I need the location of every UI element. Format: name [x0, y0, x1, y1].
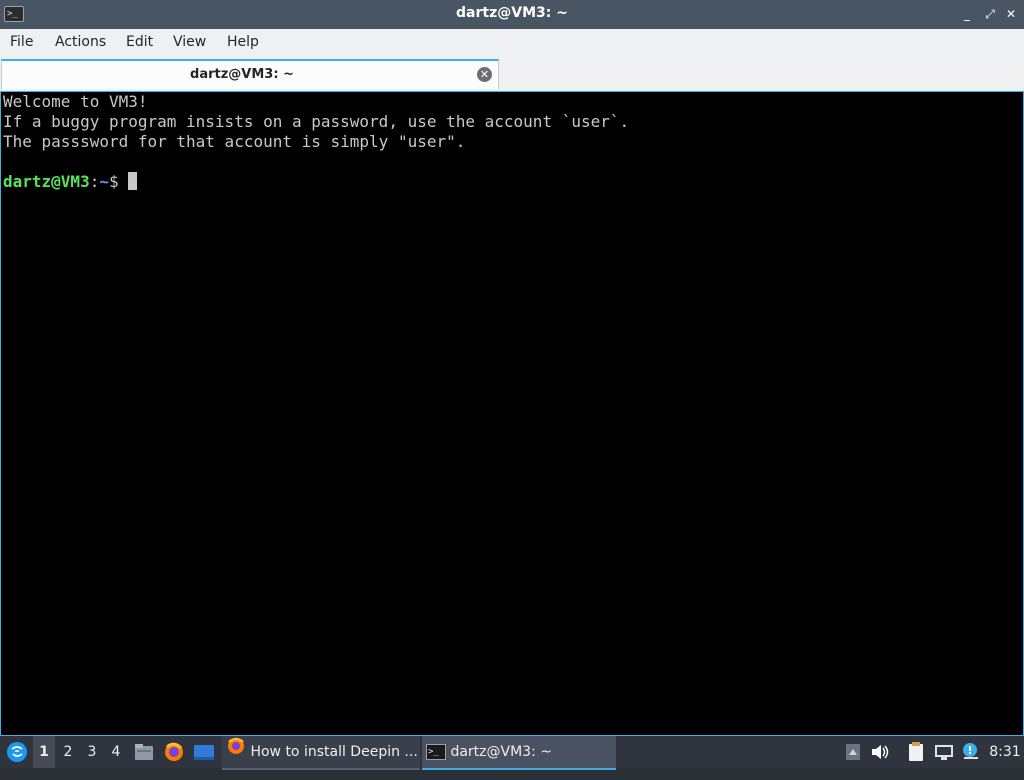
maximize-button[interactable]: ⤢: [981, 5, 999, 23]
prompt-line: dartz@VM3:~$: [3, 172, 137, 192]
close-button[interactable]: ✕: [1002, 5, 1020, 23]
terminal-line: The passsword for that account is simply…: [3, 132, 466, 151]
menu-actions[interactable]: Actions: [55, 34, 106, 50]
terminal-output[interactable]: Welcome to VM3! If a buggy program insis…: [0, 91, 1024, 736]
menu-bar: File Actions Edit View Help: [0, 29, 1024, 57]
scroll-up-icon[interactable]: [843, 736, 863, 768]
network-icon[interactable]: [933, 736, 955, 768]
terminal-line: Welcome to VM3!: [3, 92, 148, 111]
workspace-1[interactable]: 1: [33, 736, 55, 768]
terminal-icon: >_: [426, 744, 446, 760]
prompt-separator: :: [89, 172, 100, 191]
task-terminal[interactable]: >_ dartz@VM3: ~: [422, 736, 616, 770]
notification-icon[interactable]: [960, 736, 982, 768]
workspace-3[interactable]: 3: [81, 736, 103, 768]
terminal-window: >_ dartz@VM3: ~ _ ⤢ ✕ File Actions Edit …: [0, 0, 1024, 736]
tab-dartz-vm3[interactable]: dartz@VM3: ~ ✕: [1, 59, 499, 89]
tab-close-icon[interactable]: ✕: [477, 67, 492, 82]
firefox-icon[interactable]: [162, 736, 186, 768]
tab-label: dartz@VM3: ~: [190, 67, 294, 82]
menu-help[interactable]: Help: [227, 34, 259, 50]
prompt-path: ~: [99, 172, 109, 191]
minimize-button[interactable]: _: [958, 5, 976, 23]
task-label: dartz@VM3: ~: [450, 744, 552, 760]
text-cursor: [127, 172, 137, 190]
prompt-symbol: $: [108, 172, 119, 191]
workspace-4[interactable]: 4: [105, 736, 127, 768]
taskbar: 1 2 3 4 How to install Deepin ... >_ dar…: [0, 736, 1024, 770]
volume-icon[interactable]: [869, 736, 891, 768]
start-menu-icon[interactable]: [4, 736, 30, 768]
prompt-user-host: dartz@VM3: [3, 172, 90, 191]
clock[interactable]: 8:31: [988, 736, 1022, 768]
window-title: dartz@VM3: ~: [456, 5, 568, 21]
task-label: How to install Deepin ...: [250, 744, 418, 760]
terminal-line: If a buggy program insists on a password…: [3, 112, 630, 131]
desktop-icon[interactable]: [192, 736, 216, 768]
file-manager-icon[interactable]: [133, 736, 155, 768]
firefox-icon: [226, 736, 246, 768]
workspace-2[interactable]: 2: [57, 736, 79, 768]
tab-bar: dartz@VM3: ~ ✕: [0, 57, 1024, 90]
title-bar[interactable]: >_ dartz@VM3: ~ _ ⤢ ✕: [0, 0, 1024, 29]
menu-file[interactable]: File: [10, 34, 33, 50]
task-firefox[interactable]: How to install Deepin ...: [222, 736, 420, 770]
menu-edit[interactable]: Edit: [126, 34, 153, 50]
clipboard-icon[interactable]: [905, 736, 927, 768]
menu-view[interactable]: View: [173, 34, 206, 50]
